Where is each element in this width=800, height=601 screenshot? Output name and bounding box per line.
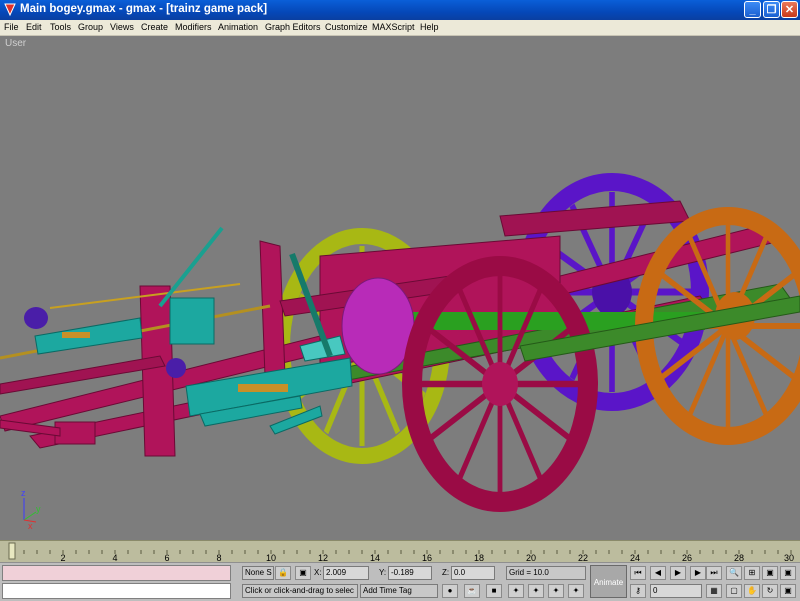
z-coordinate[interactable]: 0.0 (451, 566, 495, 580)
menu-animation[interactable]: Animation (218, 22, 258, 32)
menu-graph-editors[interactable]: Graph Editors (265, 22, 321, 32)
percent-snap-icon[interactable]: ✦ (548, 584, 564, 598)
menu-help[interactable]: Help (420, 22, 439, 32)
orbit-icon[interactable]: ↻ (762, 584, 778, 598)
snap-icon[interactable]: ✦ (508, 584, 524, 598)
shading-icon[interactable]: ● (442, 584, 458, 598)
menu-customize[interactable]: Customize (325, 22, 368, 32)
menu-create[interactable]: Create (141, 22, 168, 32)
zoom-extents-icon[interactable]: ▣ (762, 566, 778, 580)
x-coordinate[interactable]: 2.009 (323, 566, 369, 580)
y-label: Y: (379, 568, 387, 577)
absolute-mode-icon[interactable]: ▣ (295, 566, 311, 580)
spinner-snap-icon[interactable]: ✦ (568, 584, 584, 598)
wheel-crimson[interactable] (412, 266, 588, 502)
box-icon[interactable]: ■ (486, 584, 502, 598)
z-label: Z: (442, 568, 450, 577)
svg-text:z: z (21, 488, 26, 498)
svg-text:y: y (36, 504, 41, 514)
play-icon[interactable]: ▶ (670, 566, 686, 580)
menu-bar: File Edit Tools Group Views Create Modif… (0, 20, 800, 36)
menu-views[interactable]: Views (110, 22, 134, 32)
animate-button[interactable]: Animate (590, 565, 627, 598)
time-config-icon[interactable]: ▦ (706, 584, 722, 598)
hub-disk (341, 277, 415, 375)
window-title: Main bogey.gmax - gmax - [trainz game pa… (20, 3, 268, 15)
key-icon[interactable]: ⚷ (630, 584, 646, 598)
time-slider[interactable]: 2 4 6 8 10 12 14 16 18 20 22 24 26 28 30 (0, 540, 800, 563)
grid-spacing: Grid = 10.0 (506, 566, 586, 580)
render-scene-icon[interactable]: ☕ (464, 584, 480, 598)
x-label: X: (314, 568, 322, 577)
maxscript-listener-input[interactable] (2, 565, 231, 581)
previous-frame-icon[interactable]: ◀ (650, 566, 666, 580)
menu-group[interactable]: Group (78, 22, 103, 32)
time-slider-thumb[interactable] (8, 542, 16, 560)
title-bar[interactable]: Main bogey.gmax - gmax - [trainz game pa… (0, 0, 800, 20)
axis-triad: z y x (21, 488, 41, 531)
bogey-model[interactable]: z y x (0, 36, 800, 540)
current-frame[interactable]: 0 (650, 584, 702, 598)
goto-end-icon[interactable]: ⏭ (706, 566, 722, 580)
restore-button[interactable]: ❐ (763, 1, 780, 18)
menu-tools[interactable]: Tools (50, 22, 71, 32)
brake-lever (158, 226, 224, 308)
zoom-all-icon[interactable]: ⊞ (744, 566, 760, 580)
maxscript-listener-output[interactable] (2, 583, 231, 599)
menu-modifiers[interactable]: Modifiers (175, 22, 212, 32)
maximize-viewport-icon[interactable]: ▣ (780, 584, 796, 598)
next-frame-icon[interactable]: ▶ (690, 566, 706, 580)
add-time-tag[interactable]: Add Time Tag (360, 584, 438, 598)
menu-edit[interactable]: Edit (26, 22, 42, 32)
close-button[interactable]: ✕ (781, 1, 798, 18)
prompt-line: Click or click-and-drag to selec (242, 584, 358, 598)
selection-count: None S (242, 566, 274, 580)
y-coordinate[interactable]: -0.189 (388, 566, 432, 580)
user-viewport[interactable]: User z y x (0, 36, 800, 540)
zoom-icon[interactable]: 🔍 (726, 566, 742, 580)
goto-start-icon[interactable]: ⏮ (630, 566, 646, 580)
svg-text:x: x (28, 521, 33, 531)
angle-snap-icon[interactable]: ✦ (528, 584, 544, 598)
zoom-extents-all-icon[interactable]: ▣ (780, 566, 796, 580)
lock-icon[interactable]: 🔒 (275, 566, 291, 580)
pan-icon[interactable]: ✋ (744, 584, 760, 598)
gmax-app-icon[interactable] (3, 2, 17, 17)
region-zoom-icon[interactable]: ▢ (726, 584, 742, 598)
minimize-button[interactable]: _ (744, 1, 761, 18)
brake-gear[interactable] (34, 297, 353, 435)
status-bar: None S 🔒 ▣ X: 2.009 Y: -0.189 Z: 0.0 Gri… (0, 562, 800, 601)
menu-maxscript[interactable]: MAXScript (372, 22, 415, 32)
menu-file[interactable]: File (4, 22, 19, 32)
